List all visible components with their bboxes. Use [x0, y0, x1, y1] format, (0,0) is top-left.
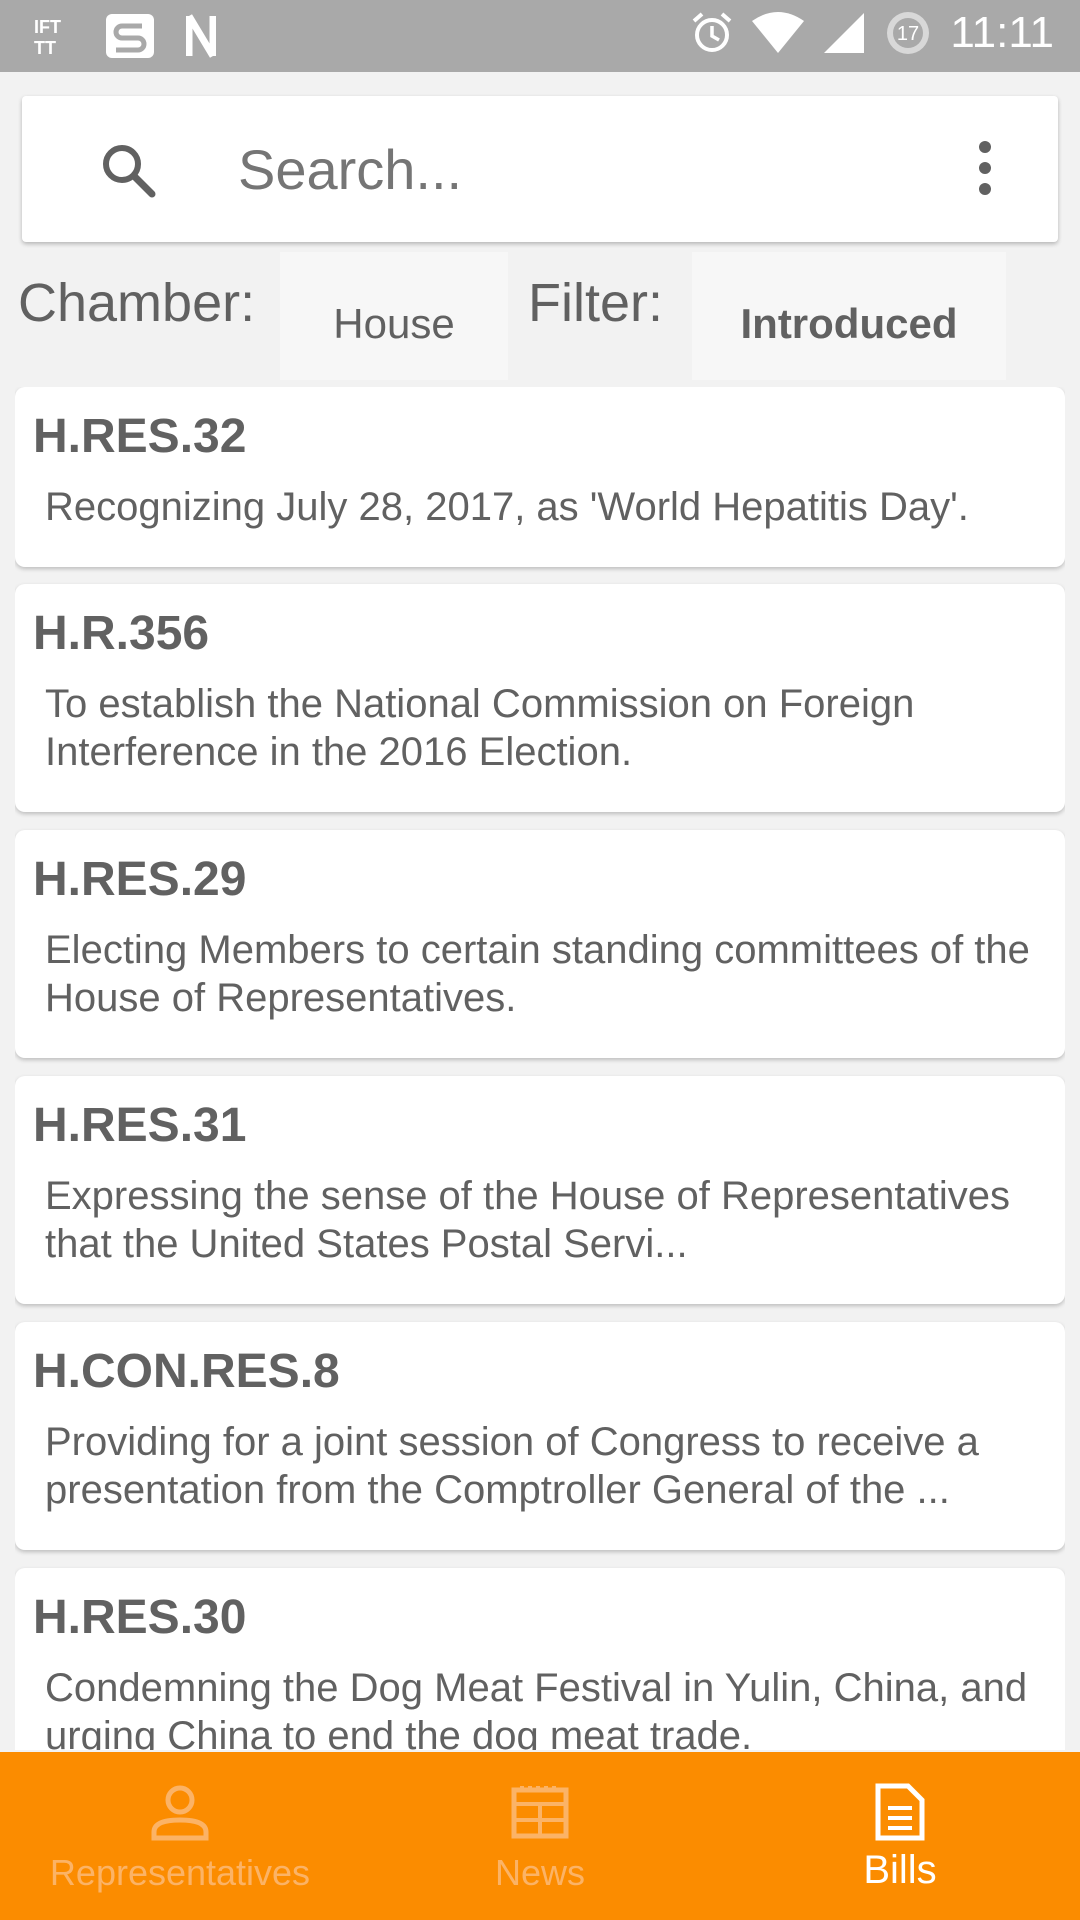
bill-title: Recognizing July 28, 2017, as 'World Hep… — [45, 485, 969, 529]
bill-card[interactable]: H.RES.31 Expressing the sense of the Hou… — [15, 1076, 1065, 1304]
bill-number: H.CON.RES.8 — [33, 1345, 340, 1398]
n-app-icon — [186, 12, 216, 60]
bill-number: H.R.356 — [33, 607, 210, 660]
bill-card[interactable]: H.RES.29 Electing Members to certain sta… — [15, 830, 1065, 1058]
search-input[interactable] — [238, 124, 938, 214]
wifi-icon — [752, 11, 805, 55]
svg-text:17: 17 — [897, 23, 919, 45]
bill-card[interactable]: H.RES.32 Recognizing July 28, 2017, as '… — [15, 387, 1065, 567]
filter-selector[interactable]: Introduced — [692, 252, 1006, 380]
chamber-selector[interactable]: House — [280, 252, 508, 380]
bill-number: H.RES.30 — [33, 1591, 247, 1644]
nav-representatives[interactable]: Representatives — [0, 1752, 360, 1920]
nav-label: Representatives — [49, 1852, 311, 1893]
bill-number: H.RES.31 — [33, 1099, 247, 1152]
bill-title: To establish the National Commission on … — [45, 682, 915, 774]
svg-text:TT: TT — [34, 38, 56, 56]
news-icon — [510, 1782, 570, 1846]
bill-card[interactable]: H.RES.30 Condemning the Dog Meat Festiva… — [15, 1568, 1065, 1750]
cell-signal-icon — [822, 11, 866, 55]
filter-row: Chamber: House Filter: Introduced — [0, 252, 1080, 382]
search-icon[interactable] — [98, 140, 158, 204]
bill-title: Providing for a joint session of Congres… — [45, 1420, 979, 1512]
svg-text:IFT: IFT — [34, 17, 61, 37]
s-app-icon — [104, 12, 156, 60]
overflow-menu-icon[interactable] — [978, 140, 992, 200]
nav-label: News — [494, 1852, 586, 1893]
status-bar: IFT TT 17 11:11 — [0, 0, 1080, 72]
alarm-icon — [690, 11, 734, 55]
status-time: 11:11 — [950, 8, 1054, 57]
chamber-label: Chamber: — [18, 273, 256, 333]
bill-card[interactable]: H.R.356 To establish the National Commis… — [15, 584, 1065, 812]
bill-number: H.RES.32 — [33, 410, 247, 463]
nav-news[interactable]: News — [360, 1752, 720, 1920]
bill-title: Expressing the sense of the House of Rep… — [45, 1174, 1010, 1266]
bill-number: H.RES.29 — [33, 853, 247, 906]
ifttt-icon: IFT TT — [34, 16, 74, 56]
bill-list[interactable]: H.RES.32 Recognizing July 28, 2017, as '… — [15, 387, 1065, 1750]
filter-label: Filter: — [528, 273, 663, 333]
bill-title: Condemning the Dog Meat Festival in Yuli… — [45, 1666, 1028, 1750]
bill-card[interactable]: H.CON.RES.8 Providing for a joint sessio… — [15, 1322, 1065, 1550]
battery-badge-icon: 17 — [884, 9, 932, 57]
document-icon — [874, 1782, 926, 1846]
bottom-navigation: Representatives News Bills — [0, 1752, 1080, 1920]
nav-bills[interactable]: Bills — [720, 1752, 1080, 1920]
search-bar[interactable] — [22, 96, 1058, 242]
person-icon — [150, 1782, 210, 1846]
bill-title: Electing Members to certain standing com… — [45, 928, 1030, 1020]
nav-label: Bills — [863, 1848, 937, 1892]
